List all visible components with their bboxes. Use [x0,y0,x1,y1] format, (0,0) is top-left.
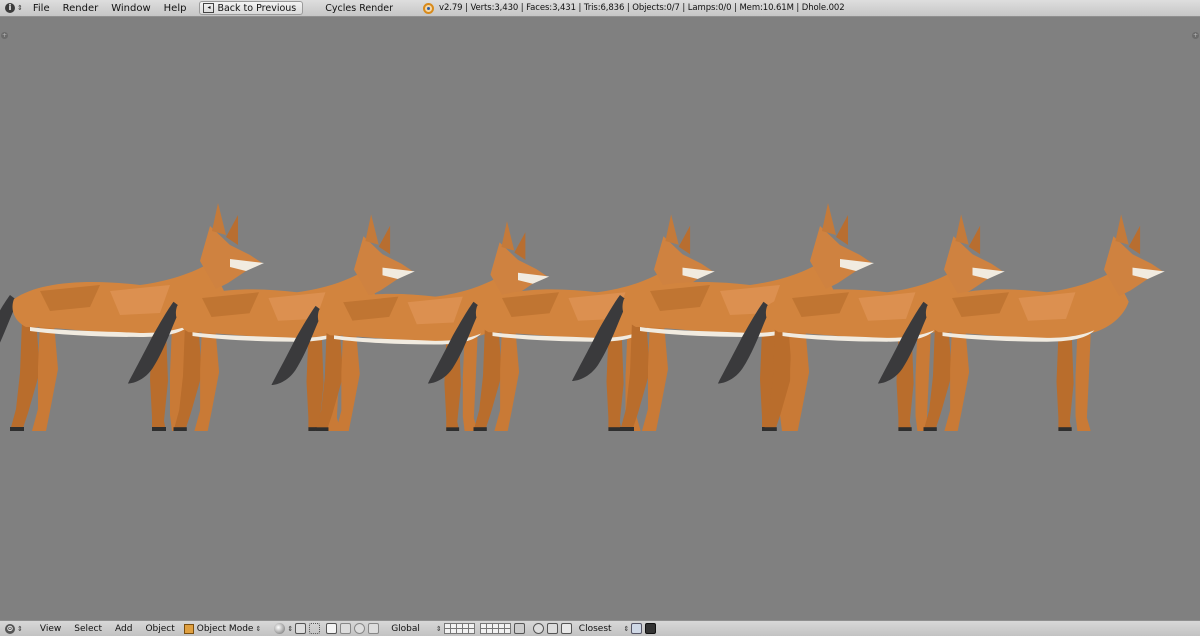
updown-arrows-icon: ⇕ [287,624,293,633]
menu-select[interactable]: Select [74,624,102,634]
transform-orientation-selector[interactable]: Global [391,624,420,634]
snap-element-icon[interactable] [560,623,572,634]
main-menu: File Render Window Help [33,3,200,14]
translate-icon[interactable] [340,623,352,634]
lock-icon[interactable] [513,623,525,634]
layer-buttons-1[interactable] [443,623,475,634]
menu-help[interactable]: Help [164,3,187,14]
pivot-icon[interactable] [295,623,307,634]
render-icon[interactable] [631,623,643,634]
3d-view-header: ⊙ ⇕ View Select Add Object Object Mode ⇕ ⇕ … [0,620,1200,636]
view3d-icon: ⊙ [5,623,15,634]
menu-file[interactable]: File [33,3,50,14]
dhole-walk-cycle-render [0,203,1165,431]
back-icon: ◂ [203,3,215,13]
manipulator-icon[interactable] [326,623,338,634]
pivot-only-locations-icon[interactable] [309,623,321,634]
back-to-previous-label: Back to Previous [217,2,297,14]
scene-statistics: v2.79 | Verts:3,430 | Faces:3,431 | Tris… [439,3,845,13]
shading-sphere-icon[interactable] [274,623,286,634]
rotate-icon[interactable] [354,623,366,634]
menu-window[interactable]: Window [111,3,150,14]
snap-target-selector[interactable]: Closest [579,624,612,634]
mode-label: Object Mode [196,623,254,634]
cube-icon [183,623,194,634]
updown-arrows-icon: ⇕ [623,624,630,633]
editor-type-selector[interactable]: i ⇕ [5,3,23,13]
editor-type-selector-bottom[interactable]: ⊙ ⇕ [5,623,23,634]
updown-arrows-icon: ⇕ [17,624,23,633]
mode-selector[interactable]: Object Mode ⇕ [183,623,261,634]
menu-object[interactable]: Object [145,624,174,634]
scale-icon[interactable] [368,623,380,634]
updown-arrows-icon: ⇕ [17,4,23,12]
proportional-edit-icon[interactable] [532,623,544,634]
info-icon: i [5,3,15,13]
render-engine-selector[interactable]: Cycles Render [325,3,393,14]
camera-icon[interactable] [645,623,657,634]
blender-logo-icon [423,2,435,14]
snap-icon[interactable] [546,623,558,634]
updown-arrows-icon: ⇕ [255,624,261,633]
menu-add[interactable]: Add [115,624,132,634]
layer-buttons-2[interactable] [479,623,511,634]
menu-render[interactable]: Render [63,3,99,14]
3d-viewport[interactable]: + + [0,17,1200,620]
updown-arrows-icon: ⇕ [435,624,442,633]
back-to-previous-button[interactable]: ◂ Back to Previous [199,1,304,15]
view3d-menu: View Select Add Object [40,624,188,634]
info-header: i ⇕ File Render Window Help ◂ Back to Previ… [0,0,1200,17]
menu-view[interactable]: View [40,624,61,634]
